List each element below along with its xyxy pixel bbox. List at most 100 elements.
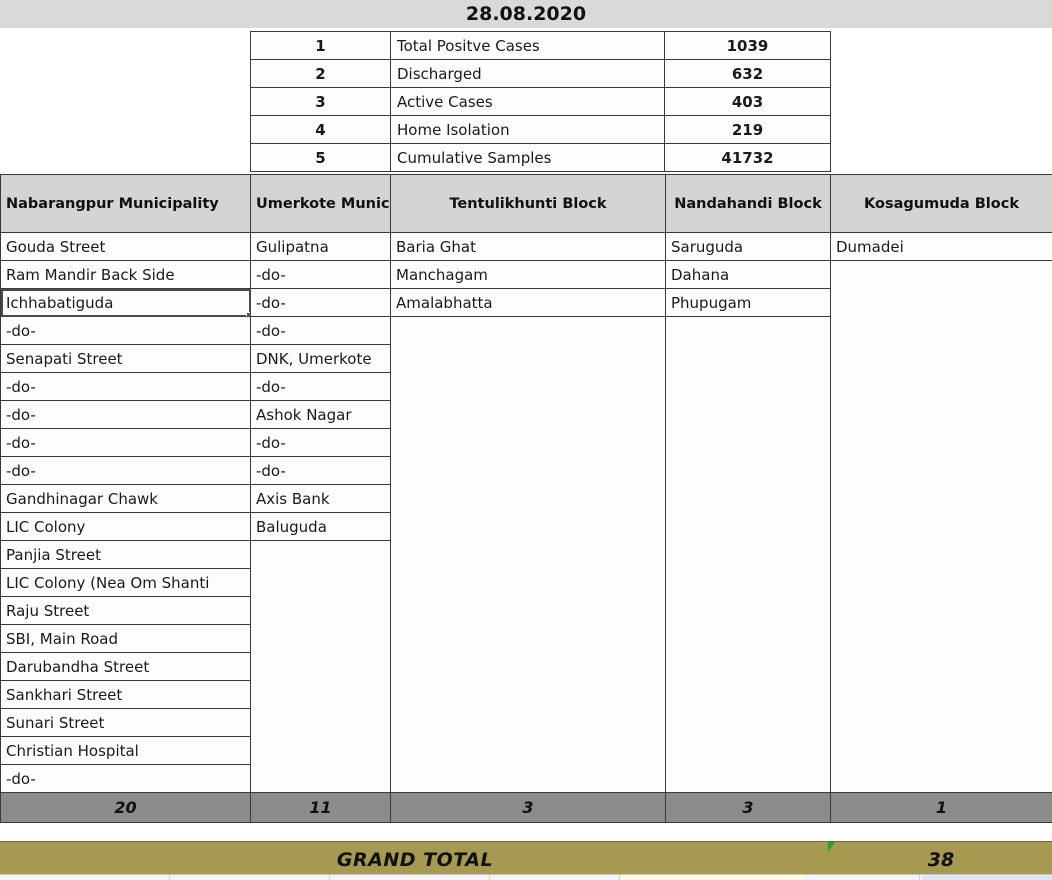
cell-nabarangpur[interactable]: Senapati Street — [0, 344, 251, 373]
cell-nandahandi[interactable]: Phupugam — [665, 288, 831, 317]
cell-nabarangpur[interactable]: Ram Mandir Back Side — [0, 260, 251, 289]
cell-empty[interactable] — [390, 764, 666, 793]
cell-empty[interactable] — [250, 652, 391, 681]
cell-nabarangpur[interactable]: -do- — [0, 316, 251, 345]
cell-empty[interactable] — [830, 372, 1052, 401]
cell-empty[interactable] — [390, 652, 666, 681]
summary-row[interactable]: 1 Total Positve Cases 1039 — [250, 31, 831, 60]
cell-empty[interactable] — [665, 596, 831, 625]
cell-nabarangpur[interactable]: -do- — [0, 764, 251, 793]
cell-tentulikhunti[interactable]: Baria Ghat — [390, 232, 666, 261]
cell-empty[interactable] — [250, 624, 391, 653]
column-header-tentulikhunti[interactable]: Tentulikhunti Block — [390, 174, 666, 233]
cell-empty[interactable] — [830, 288, 1052, 317]
cell-empty[interactable] — [390, 736, 666, 765]
cell-nabarangpur[interactable]: LIC Colony (Nea Om Shanti — [0, 568, 251, 597]
cell-empty[interactable] — [830, 652, 1052, 681]
cell-umerkote[interactable]: Axis Bank — [250, 484, 391, 513]
cell-empty[interactable] — [665, 316, 831, 345]
cell-empty[interactable] — [830, 764, 1052, 793]
cell-nandahandi[interactable]: Saruguda — [665, 232, 831, 261]
cell-empty[interactable] — [665, 736, 831, 765]
cell-umerkote[interactable]: DNK, Umerkote — [250, 344, 391, 373]
cell-nabarangpur[interactable]: Gouda Street — [0, 232, 251, 261]
cell-umerkote[interactable]: -do- — [250, 428, 391, 457]
cell-nabarangpur[interactable]: -do- — [0, 428, 251, 457]
cell-nabarangpur[interactable]: -do- — [0, 372, 251, 401]
cell-empty[interactable] — [390, 540, 666, 569]
cell-empty[interactable] — [665, 484, 831, 513]
cell-umerkote[interactable]: -do- — [250, 456, 391, 485]
column-header-kosagumuda[interactable]: Kosagumuda Block — [830, 174, 1052, 233]
cell-umerkote[interactable]: -do- — [250, 288, 391, 317]
cell-nabarangpur[interactable]: Sankhari Street — [0, 680, 251, 709]
cell-umerkote[interactable]: -do- — [250, 316, 391, 345]
cell-empty[interactable] — [830, 400, 1052, 429]
cell-empty[interactable] — [830, 260, 1052, 289]
cell-empty[interactable] — [830, 456, 1052, 485]
summary-row[interactable]: 4 Home Isolation 219 — [250, 115, 831, 144]
cell-nabarangpur[interactable]: Panjia Street — [0, 540, 251, 569]
cell-empty[interactable] — [390, 624, 666, 653]
cell-empty[interactable] — [665, 428, 831, 457]
cell-empty[interactable] — [665, 764, 831, 793]
cell-empty[interactable] — [665, 652, 831, 681]
column-header-nandahandi[interactable]: Nandahandi Block — [665, 174, 831, 233]
cell-nabarangpur[interactable]: Raju Street — [0, 596, 251, 625]
cell-empty[interactable] — [390, 344, 666, 373]
cell-nabarangpur[interactable]: -do- — [0, 456, 251, 485]
cell-tentulikhunti[interactable]: Amalabhatta — [390, 288, 666, 317]
cell-empty[interactable] — [830, 736, 1052, 765]
cell-empty[interactable] — [250, 596, 391, 625]
cell-tentulikhunti[interactable]: Manchagam — [390, 260, 666, 289]
cell-empty[interactable] — [830, 512, 1052, 541]
cell-empty[interactable] — [250, 764, 391, 793]
cell-empty[interactable] — [665, 512, 831, 541]
cell-empty[interactable] — [390, 428, 666, 457]
cell-umerkote[interactable]: -do- — [250, 260, 391, 289]
cell-empty[interactable] — [250, 680, 391, 709]
summary-row[interactable]: 3 Active Cases 403 — [250, 87, 831, 116]
cell-empty[interactable] — [830, 568, 1052, 597]
cell-empty[interactable] — [665, 372, 831, 401]
cell-empty[interactable] — [390, 596, 666, 625]
cell-nabarangpur[interactable]: Ichhabatiguda — [0, 288, 251, 317]
cell-empty[interactable] — [665, 568, 831, 597]
cell-empty[interactable] — [830, 680, 1052, 709]
cell-empty[interactable] — [665, 708, 831, 737]
cell-empty[interactable] — [390, 400, 666, 429]
cell-nabarangpur[interactable]: LIC Colony — [0, 512, 251, 541]
cell-umerkote[interactable]: Ashok Nagar — [250, 400, 391, 429]
cell-empty[interactable] — [250, 736, 391, 765]
cell-empty[interactable] — [250, 540, 391, 569]
cell-nabarangpur[interactable]: Sunari Street — [0, 708, 251, 737]
cell-nabarangpur[interactable]: Christian Hospital — [0, 736, 251, 765]
cell-empty[interactable] — [390, 484, 666, 513]
cell-umerkote[interactable]: Baluguda — [250, 512, 391, 541]
cell-fill-handle[interactable] — [246, 312, 250, 316]
summary-row[interactable]: 5 Cumulative Samples 41732 — [250, 143, 831, 172]
cell-empty[interactable] — [665, 624, 831, 653]
cell-empty[interactable] — [830, 596, 1052, 625]
cell-empty[interactable] — [390, 316, 666, 345]
cell-empty[interactable] — [830, 428, 1052, 457]
cell-empty[interactable] — [830, 624, 1052, 653]
cell-nabarangpur[interactable]: Gandhinagar Chawk — [0, 484, 251, 513]
cell-empty[interactable] — [390, 708, 666, 737]
cell-empty[interactable] — [250, 708, 391, 737]
cell-empty[interactable] — [390, 456, 666, 485]
cell-empty[interactable] — [830, 540, 1052, 569]
cell-empty[interactable] — [390, 372, 666, 401]
cell-empty[interactable] — [390, 680, 666, 709]
cell-umerkote[interactable]: -do- — [250, 372, 391, 401]
cell-umerkote[interactable]: Gulipatna — [250, 232, 391, 261]
cell-empty[interactable] — [830, 484, 1052, 513]
cell-empty[interactable] — [665, 456, 831, 485]
cell-empty[interactable] — [665, 344, 831, 373]
cell-nabarangpur[interactable]: -do- — [0, 400, 251, 429]
cell-nabarangpur[interactable]: SBI, Main Road — [0, 624, 251, 653]
column-header-umerkote[interactable]: Umerkote Municipality — [250, 174, 391, 233]
cell-empty[interactable] — [250, 568, 391, 597]
cell-kosagumuda[interactable]: Dumadei — [830, 232, 1052, 261]
cell-empty[interactable] — [665, 540, 831, 569]
